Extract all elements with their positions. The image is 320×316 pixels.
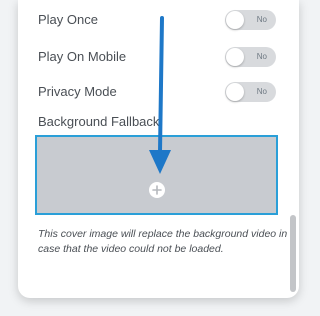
scrollbar[interactable] — [290, 0, 297, 298]
play-on-mobile-label: Play On Mobile — [38, 49, 127, 64]
privacy-mode-row: Privacy Mode No — [38, 82, 278, 102]
privacy-mode-toggle[interactable]: No — [225, 82, 276, 102]
play-once-label: Play Once — [38, 12, 98, 27]
toggle-knob — [226, 11, 244, 29]
play-once-toggle[interactable]: No — [225, 10, 276, 30]
toggle-text: No — [256, 15, 267, 24]
play-on-mobile-row: Play On Mobile No — [38, 47, 278, 67]
play-once-row: Play Once No — [38, 10, 278, 30]
settings-panel: Play Once No Play On Mobile No Privacy M… — [18, 0, 299, 298]
background-fallback-image-picker[interactable] — [35, 135, 278, 215]
toggle-knob — [226, 83, 244, 101]
scrollbar-thumb[interactable] — [290, 215, 296, 292]
background-fallback-label: Background Fallback — [38, 114, 160, 129]
toggle-text: No — [256, 87, 267, 96]
plus-icon[interactable] — [149, 182, 165, 198]
privacy-mode-label: Privacy Mode — [38, 84, 117, 99]
toggle-text: No — [256, 52, 267, 61]
toggle-knob — [226, 48, 244, 66]
background-fallback-help-text: This cover image will replace the backgr… — [38, 228, 288, 255]
play-on-mobile-toggle[interactable]: No — [225, 47, 276, 67]
